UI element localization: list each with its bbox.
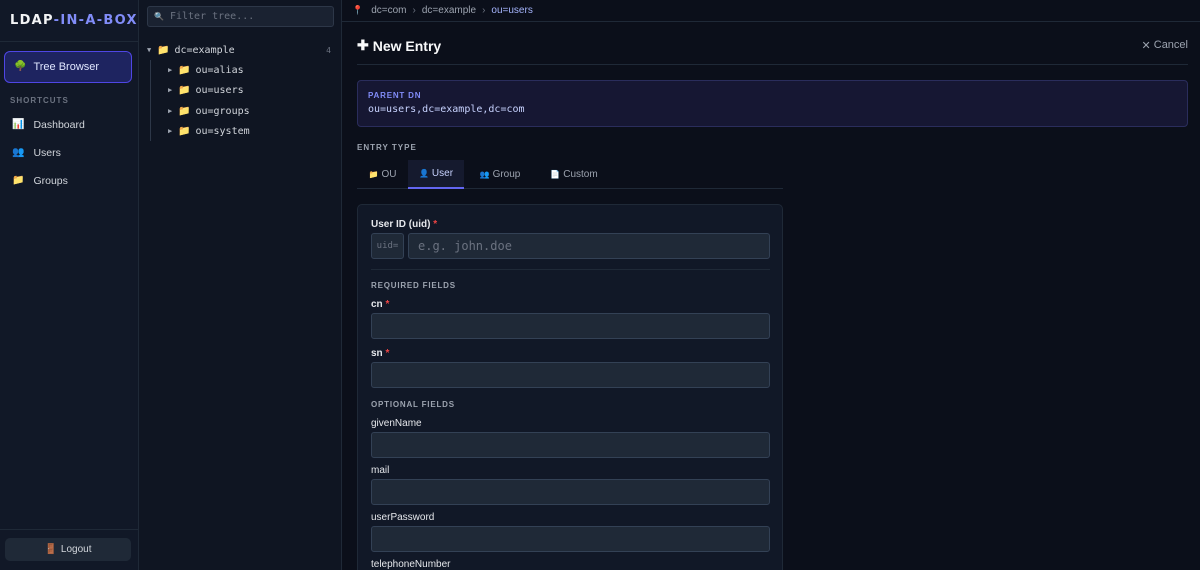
givenname-input[interactable] xyxy=(371,432,770,458)
chevron-right-icon: › xyxy=(482,5,486,16)
folder-icon: 📁 xyxy=(178,105,191,117)
tab-ou-label: OU xyxy=(381,168,397,180)
tree-node-label: ou=alias xyxy=(195,64,244,76)
logout-button[interactable]: 🚪 Logout xyxy=(5,538,131,561)
shortcut-groups[interactable]: 📁 Groups xyxy=(6,169,132,193)
breadcrumb-item[interactable]: dc=com xyxy=(371,5,406,16)
caret-right-icon[interactable]: ▶ xyxy=(168,127,178,135)
child-count-badge: 4 xyxy=(326,45,331,55)
shortcuts-heading: SHORTCUTS xyxy=(10,96,69,105)
logout-label: Logout xyxy=(60,544,92,555)
mail-label: mail xyxy=(371,465,390,476)
uid-label: User ID (uid) * xyxy=(371,219,438,230)
telephonenumber-label: telephoneNumber xyxy=(371,559,451,570)
users-icon: 👥 xyxy=(12,147,25,158)
cancel-button[interactable]: ✕ Cancel xyxy=(1142,39,1188,52)
folder-icon: 📁 xyxy=(178,64,191,76)
caret-down-icon[interactable]: ▼ xyxy=(147,46,157,54)
tree-filter-input[interactable]: 🔍 Filter tree... xyxy=(147,6,334,27)
shortcut-dashboard[interactable]: 📊 Dashboard xyxy=(6,113,132,137)
divider xyxy=(371,269,770,270)
givenname-label: givenName xyxy=(371,418,422,429)
shortcut-dashboard-label: Dashboard xyxy=(33,119,85,131)
sidebar: LDAP-IN-A-BOX 🌳 Tree Browser SHORTCUTS 📊… xyxy=(0,0,139,570)
divider xyxy=(357,64,1188,65)
user-icon: 👤 xyxy=(418,169,429,178)
tree-node-label: ou=groups xyxy=(195,105,250,117)
chevron-right-icon: › xyxy=(412,5,416,16)
nav-tree-browser-label: Tree Browser xyxy=(33,61,100,73)
folder-icon: 📁 xyxy=(12,175,25,186)
shortcut-groups-label: Groups xyxy=(33,175,68,187)
tree-node-root[interactable]: ▼ 📁 dc=example 4 xyxy=(147,42,337,58)
parent-dn-box: PARENT DN ou=users,dc=example,dc=com xyxy=(357,80,1188,127)
folder-icon: 📁 xyxy=(178,84,191,96)
entry-type-tabs: 📁 OU 👤 User 👥 Group 📄 Custom xyxy=(357,160,783,189)
page-title: ✚ New Entry xyxy=(357,37,441,54)
sn-input[interactable] xyxy=(371,362,770,388)
tree-filter-placeholder: Filter tree... xyxy=(169,11,255,22)
userpassword-label: userPassword xyxy=(371,512,435,523)
required-marker: * xyxy=(433,219,438,230)
uid-prefix: uid= xyxy=(371,233,404,259)
tree-node-label: ou=system xyxy=(195,125,250,137)
tree-node-users[interactable]: ▶ 📁 ou=users xyxy=(168,82,244,98)
tab-group[interactable]: 👥 Group xyxy=(464,160,536,188)
tab-custom[interactable]: 📄 Custom xyxy=(536,160,612,188)
uid-input[interactable]: e.g. john.doe xyxy=(408,233,770,259)
page-title-text: New Entry xyxy=(372,37,442,54)
cn-label: cn * xyxy=(371,299,390,310)
tree-node-groups[interactable]: ▶ 📁 ou=groups xyxy=(168,103,250,119)
app-logo: LDAP-IN-A-BOX xyxy=(0,0,138,42)
caret-right-icon[interactable]: ▶ xyxy=(168,86,178,94)
cn-input[interactable] xyxy=(371,313,770,339)
entry-form-card: User ID (uid) * uid= e.g. john.doe REQUI… xyxy=(357,204,783,570)
required-marker: * xyxy=(385,299,390,310)
optional-fields-heading: OPTIONAL FIELDS xyxy=(371,400,455,409)
folder-icon: 📁 xyxy=(368,169,379,179)
tab-user[interactable]: 👤 User xyxy=(408,160,464,189)
caret-right-icon[interactable]: ▶ xyxy=(168,107,178,115)
breadcrumb: 📍 dc=com › dc=example › ou=users xyxy=(342,0,1200,22)
door-icon: 🚪 xyxy=(44,543,57,555)
tab-group-label: Group xyxy=(492,168,521,180)
sn-label: sn * xyxy=(371,348,390,359)
tab-custom-label: Custom xyxy=(563,168,598,180)
pin-icon: 📍 xyxy=(352,5,364,15)
folder-icon: 📁 xyxy=(178,125,191,137)
parent-dn-value: ou=users,dc=example,dc=com xyxy=(368,104,525,115)
shortcut-users-label: Users xyxy=(33,147,61,159)
required-fields-heading: REQUIRED FIELDS xyxy=(371,281,456,290)
tree-node-alias[interactable]: ▶ 📁 ou=alias xyxy=(168,62,244,78)
users-icon: 👥 xyxy=(479,169,490,179)
entry-type-label: ENTRY TYPE xyxy=(357,143,417,152)
cancel-label: Cancel xyxy=(1153,39,1188,51)
tree-icon: 🌳 xyxy=(14,61,27,72)
mail-input[interactable] xyxy=(371,479,770,505)
caret-right-icon[interactable]: ▶ xyxy=(168,66,178,74)
shortcut-users[interactable]: 👥 Users xyxy=(6,141,132,165)
tree-node-label: dc=example xyxy=(174,44,235,56)
plus-icon: ✚ xyxy=(357,37,369,53)
required-marker: * xyxy=(385,348,390,359)
tab-user-label: User xyxy=(431,168,454,179)
breadcrumb-item[interactable]: dc=example xyxy=(422,5,476,16)
nav-tree-browser[interactable]: 🌳 Tree Browser xyxy=(4,51,132,83)
tree-guide-line xyxy=(150,60,151,141)
tree-node-system[interactable]: ▶ 📁 ou=system xyxy=(168,123,250,139)
document-icon: 📄 xyxy=(550,169,561,179)
parent-dn-label: PARENT DN xyxy=(368,91,422,100)
search-icon: 🔍 xyxy=(154,12,164,21)
userpassword-input[interactable] xyxy=(371,526,770,552)
close-icon: ✕ xyxy=(1141,40,1151,52)
folder-icon: 📁 xyxy=(157,44,170,56)
sidebar-footer: 🚪 Logout xyxy=(0,529,139,570)
uid-placeholder: e.g. john.doe xyxy=(418,239,512,253)
tab-ou[interactable]: 📁 OU xyxy=(357,160,408,188)
main-panel: 📍 dc=com › dc=example › ou=users ✚ New E… xyxy=(342,0,1200,570)
tree-node-label: ou=users xyxy=(195,84,244,96)
chart-icon: 📊 xyxy=(12,119,25,130)
breadcrumb-current: ou=users xyxy=(491,5,533,16)
